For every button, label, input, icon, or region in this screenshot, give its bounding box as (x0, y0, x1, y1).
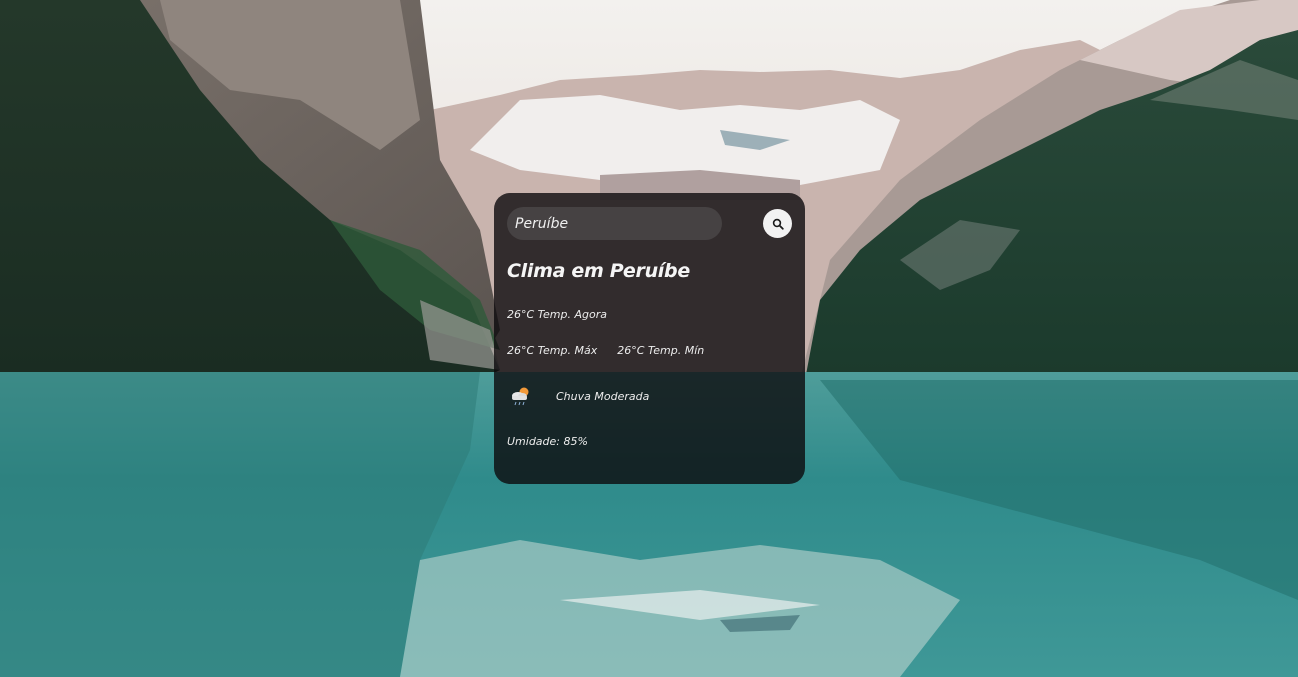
weather-card: Clima em Peruíbe 26°C Temp. Agora 26°C T… (494, 193, 805, 484)
current-temperature: 26°C Temp. Agora (507, 308, 607, 321)
search-button[interactable] (763, 209, 792, 238)
search-bar (507, 207, 792, 240)
max-temperature: 26°C Temp. Máx (507, 344, 598, 357)
rain-cloud-sun-icon (512, 387, 529, 406)
weather-description: Chuva Moderada (556, 389, 650, 403)
search-icon (772, 218, 784, 230)
city-search-input[interactable] (507, 207, 722, 240)
weather-condition: Chuva Moderada (507, 383, 649, 409)
humidity-text: Umidade: 85% (507, 435, 588, 448)
weather-title: Clima em Peruíbe (507, 260, 690, 282)
min-temperature: 26°C Temp. Mín (617, 344, 705, 357)
temperature-range: 26°C Temp. Máx 26°C Temp. Mín (507, 344, 704, 357)
